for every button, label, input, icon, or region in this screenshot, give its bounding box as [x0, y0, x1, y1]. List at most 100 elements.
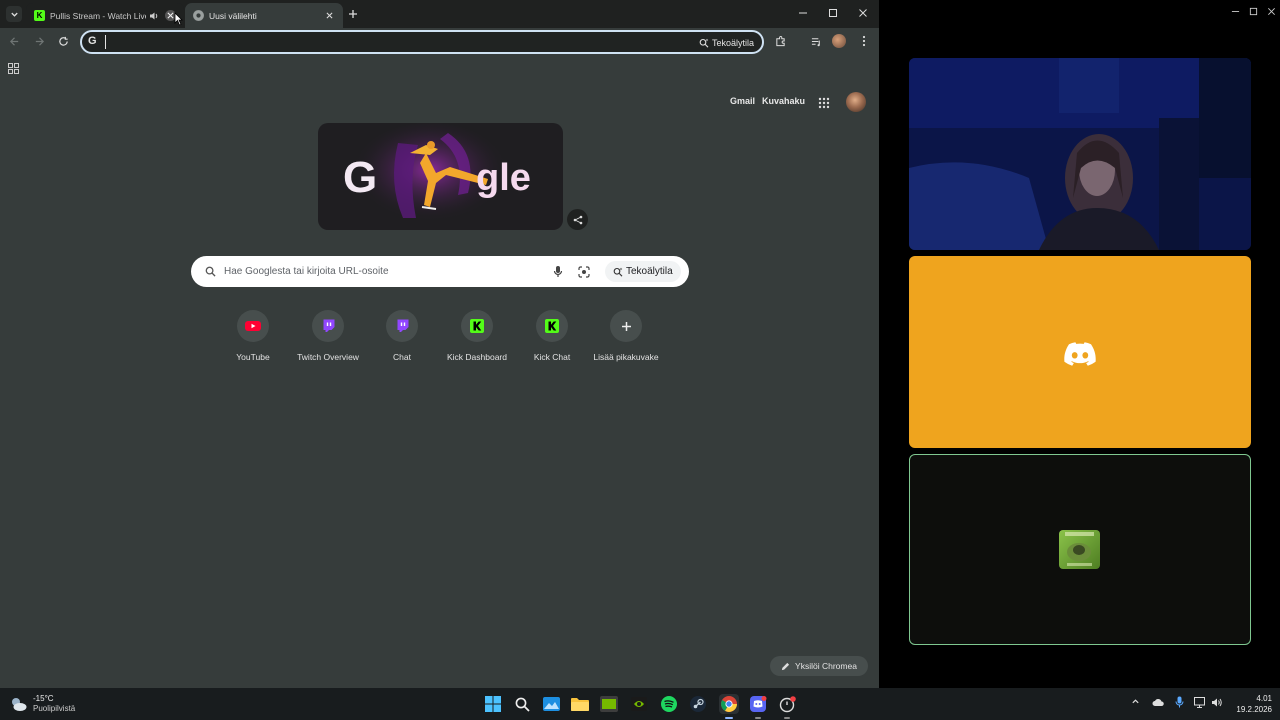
taskbar-photos[interactable] — [542, 695, 560, 713]
tab-search-button[interactable] — [6, 6, 22, 22]
arrow-right-icon — [35, 36, 44, 46]
close-window-button[interactable] — [856, 6, 870, 20]
discord-participant-tile[interactable] — [909, 256, 1251, 448]
discord-running-indicator — [755, 717, 761, 719]
shortcut-chat[interactable]: Chat — [362, 310, 442, 362]
google-apps-button[interactable] — [818, 96, 830, 109]
google-search-box[interactable]: Hae Googlesta tai kirjoita URL-osoite Te… — [191, 256, 689, 287]
minimize-icon — [799, 12, 807, 14]
twitch-icon — [323, 319, 334, 332]
speaker-icon — [1212, 698, 1222, 707]
taskbar-nvidia[interactable] — [630, 695, 648, 713]
forward-button[interactable] — [31, 33, 47, 49]
address-input[interactable] — [106, 35, 666, 50]
back-button[interactable] — [6, 33, 22, 49]
doodle-letter-g: G — [343, 153, 378, 202]
weather-widget[interactable]: -15°C Puolipilvistä — [10, 693, 75, 715]
participant-tile-avatar[interactable] — [909, 454, 1251, 645]
reload-button[interactable] — [55, 33, 71, 49]
shortcut-label: Chat — [393, 352, 411, 362]
shortcut-label: Lisää pikakuvake — [593, 352, 659, 362]
maximize-button[interactable] — [826, 6, 840, 20]
maximize-icon — [1249, 7, 1258, 16]
google-lens-icon[interactable] — [578, 266, 590, 278]
shortcut-kick-chat[interactable]: Kick Chat — [512, 310, 592, 362]
shortcut-youtube[interactable]: YouTube — [213, 310, 293, 362]
customize-label: Yksilöi Chromea — [795, 661, 857, 671]
shortcut-add[interactable]: Lisää pikakuvake — [586, 310, 666, 362]
ai-mode-label: Tekoälytila — [711, 37, 754, 48]
microphone-icon — [1175, 696, 1184, 708]
minimize-icon — [1231, 11, 1240, 12]
onedrive-tray-icon[interactable] — [1152, 698, 1164, 710]
google-doodle[interactable]: G gle — [318, 123, 563, 230]
tab-close-button[interactable] — [324, 10, 335, 21]
participant-avatar-image — [1059, 530, 1100, 569]
taskbar-steam[interactable] — [689, 695, 707, 713]
clock-date: 19.2.2026 — [1236, 705, 1272, 714]
kick-icon — [470, 319, 484, 333]
new-tab-button[interactable] — [346, 7, 360, 21]
volume-tray-icon[interactable] — [1211, 697, 1223, 711]
tab-strip: K Pullis Stream - Watch Live o Uusi väli… — [0, 0, 879, 28]
shortcut-twitch-overview[interactable]: Twitch Overview — [288, 310, 368, 362]
chrome-icon — [721, 696, 737, 712]
nvidia-app-icon — [600, 696, 618, 712]
taskbar-search-button[interactable] — [513, 695, 531, 713]
taskbar-app-extra[interactable] — [778, 695, 796, 713]
timer-icon — [779, 695, 796, 712]
microphone-tray-icon[interactable] — [1175, 696, 1184, 711]
tab-title: Pullis Stream - Watch Live o — [50, 10, 146, 21]
doodle-share-button[interactable] — [567, 209, 588, 230]
taskbar-file-explorer[interactable] — [571, 695, 589, 713]
minimize-button[interactable] — [796, 6, 810, 20]
call-maximize-button[interactable] — [1249, 3, 1259, 16]
show-hidden-icons-button[interactable] — [1131, 697, 1140, 709]
taskbar-nvidia-app[interactable] — [600, 695, 618, 713]
clock[interactable]: 4.01 19.2.2026 — [1232, 693, 1272, 715]
close-icon — [167, 12, 174, 19]
spotify-icon — [661, 696, 677, 712]
ai-search-icon — [613, 267, 623, 277]
account-avatar[interactable] — [846, 92, 866, 112]
apps-button[interactable] — [8, 61, 20, 74]
weather-description: Puolipilvistä — [33, 704, 76, 713]
media-controls-button[interactable] — [808, 33, 824, 49]
customize-chrome-button[interactable]: Yksilöi Chromea — [770, 656, 868, 676]
chevron-up-icon — [1132, 699, 1139, 704]
toolbar: G Tekoälytila — [0, 28, 879, 56]
webcam-video-tile[interactable] — [909, 58, 1251, 250]
weather-temperature: -15°C — [33, 694, 54, 703]
photos-icon — [542, 697, 560, 711]
taskbar-spotify[interactable] — [660, 695, 678, 713]
extra-running-indicator — [784, 717, 790, 719]
speaker-icon[interactable] — [149, 11, 159, 21]
puzzle-icon — [775, 35, 785, 46]
start-button[interactable] — [484, 695, 502, 713]
profile-avatar-button[interactable] — [831, 33, 847, 49]
network-tray-icon[interactable] — [1194, 697, 1206, 711]
taskbar-discord[interactable] — [749, 695, 767, 713]
ai-mode-button[interactable]: Tekoälytila — [699, 35, 754, 50]
chrome-menu-button[interactable] — [856, 33, 872, 49]
omnibox[interactable]: G Tekoälytila — [80, 30, 764, 54]
windows-icon — [485, 696, 501, 712]
chrome-running-indicator — [725, 717, 733, 719]
ai-search-icon — [699, 38, 709, 48]
tab-new-tab[interactable]: Uusi välilehti — [185, 3, 343, 28]
shortcut-kick-dashboard[interactable]: Kick Dashboard — [437, 310, 517, 362]
search-ai-mode-button[interactable]: Tekoälytila — [605, 261, 681, 282]
tab-pullis-stream[interactable]: K Pullis Stream - Watch Live o — [26, 3, 184, 28]
google-g-icon: G — [88, 35, 97, 47]
gmail-link[interactable]: Gmail — [730, 96, 755, 106]
doodle-letters-gle: gle — [476, 157, 531, 199]
search-ai-mode-label: Tekoälytila — [626, 266, 673, 277]
images-link[interactable]: Kuvahaku — [762, 96, 805, 106]
call-minimize-button[interactable] — [1231, 3, 1241, 13]
call-close-button[interactable] — [1267, 3, 1277, 15]
microphone-icon[interactable] — [553, 265, 563, 278]
search-icon — [515, 697, 530, 712]
taskbar-chrome[interactable] — [719, 694, 739, 714]
youtube-icon — [245, 321, 261, 331]
extensions-button[interactable] — [772, 33, 788, 49]
